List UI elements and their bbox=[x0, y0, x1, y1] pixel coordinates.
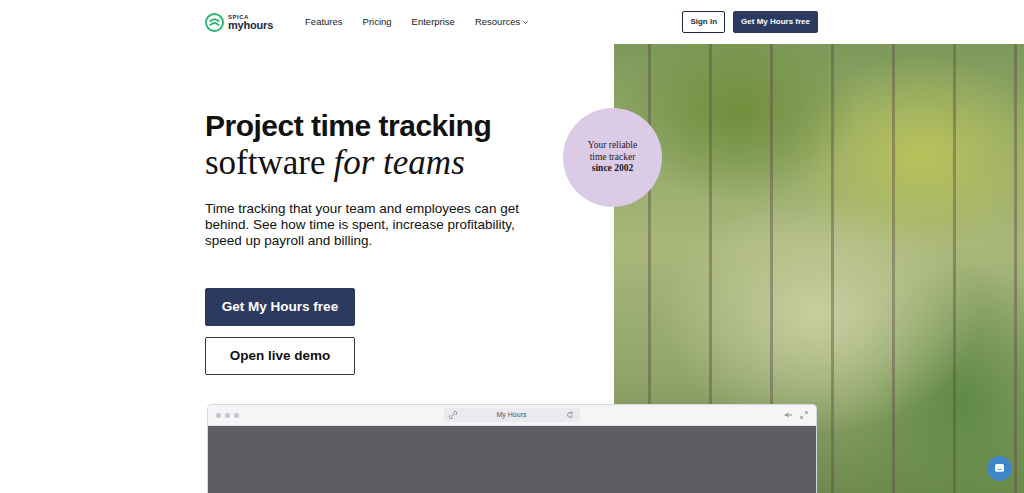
address-bar: My Hours bbox=[444, 408, 580, 422]
hero-title: Project time tracking bbox=[205, 108, 614, 144]
reload-icon bbox=[566, 411, 574, 419]
nav-link[interactable]: Enterprise bbox=[412, 15, 455, 29]
hero-description: Time tracking that your team and employe… bbox=[205, 201, 535, 250]
live-demo-button[interactable]: Open live demo bbox=[205, 337, 355, 375]
logo-product: myhours bbox=[228, 20, 273, 31]
nav-label: Features bbox=[305, 15, 343, 29]
badge-line: since 2002 bbox=[592, 163, 633, 174]
window-dot-icon bbox=[225, 413, 230, 418]
app-preview-window: My Hours bbox=[207, 404, 817, 493]
main-nav: Features Pricing Enterprise Resources bbox=[305, 15, 529, 29]
mute-icon bbox=[784, 411, 792, 419]
site-header: SPICAmyhours Features Pricing Enterprise Res… bbox=[0, 0, 1024, 44]
nav-label: Resources bbox=[475, 15, 520, 29]
subtitle-text: software bbox=[205, 143, 326, 182]
logo[interactable]: SPICAmyhours bbox=[205, 13, 273, 32]
logo-text: SPICAmyhours bbox=[228, 14, 273, 31]
window-dots bbox=[216, 413, 239, 418]
expand-icon bbox=[800, 411, 808, 419]
hero: Project time trackingsoftwarefor teams Ti… bbox=[0, 44, 1024, 493]
subtitle-italic: for teams bbox=[334, 143, 465, 182]
preview-screen bbox=[208, 426, 816, 493]
window-dot-icon bbox=[216, 413, 221, 418]
window-controls bbox=[784, 411, 808, 419]
header-actions: Sign in Get My Hours free bbox=[682, 11, 818, 33]
nav-link[interactable]: Pricing bbox=[363, 15, 392, 29]
preview-title: My Hours bbox=[497, 410, 527, 421]
nav-label: Enterprise bbox=[412, 15, 455, 29]
badge-line: time tracker bbox=[590, 152, 636, 163]
get-free-button[interactable]: Get My Hours free bbox=[205, 288, 355, 326]
nav-link[interactable]: Resources bbox=[475, 15, 529, 29]
window-dot-icon bbox=[234, 413, 239, 418]
hero-subtitle: softwarefor teams bbox=[205, 144, 614, 183]
nav-label: Pricing bbox=[363, 15, 392, 29]
since-badge: Your reliabletime trackersince 2002 bbox=[563, 108, 662, 207]
chevron-down-icon bbox=[522, 19, 529, 26]
chat-icon bbox=[994, 463, 1005, 474]
badge-line: Your reliable bbox=[588, 140, 637, 151]
nav-link[interactable]: Features bbox=[305, 15, 343, 29]
preview-title-bar: My Hours bbox=[208, 405, 816, 426]
get-started-button[interactable]: Get My Hours free bbox=[733, 11, 818, 33]
chat-button[interactable] bbox=[987, 456, 1012, 481]
link-icon bbox=[449, 411, 457, 419]
sign-in-button[interactable]: Sign in bbox=[682, 11, 725, 33]
logo-icon bbox=[205, 13, 224, 32]
hero-buttons: Get My Hours free Open live demo bbox=[205, 288, 355, 375]
